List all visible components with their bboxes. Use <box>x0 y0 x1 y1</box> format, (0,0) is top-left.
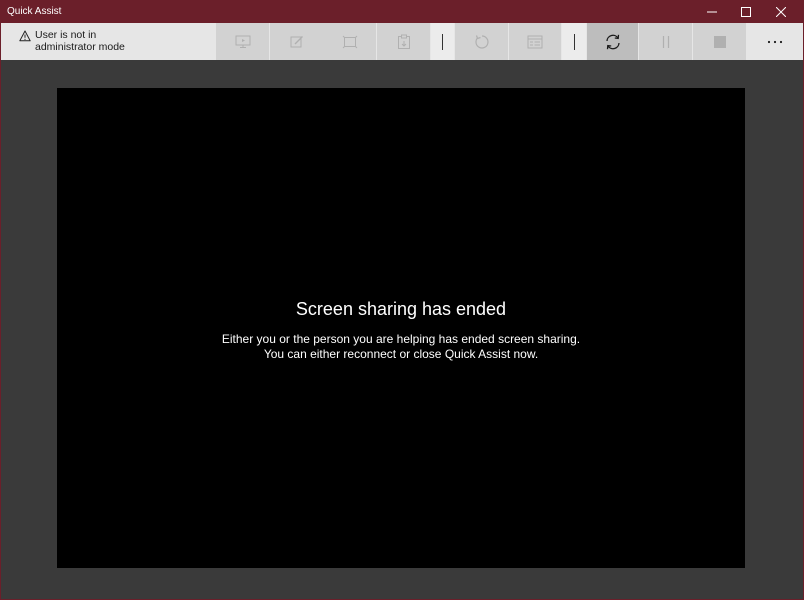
select-monitor-button[interactable] <box>216 23 269 60</box>
content-area: Screen sharing has ended Either you or t… <box>1 60 803 599</box>
quick-assist-window: Quick Assist User is not in administrato… <box>0 0 804 600</box>
ended-message-line2: You can either reconnect or close Quick … <box>263 347 539 361</box>
restart-button[interactable] <box>455 23 508 60</box>
close-button[interactable] <box>764 1 798 23</box>
window-title: Quick Assist <box>7 6 62 17</box>
task-manager-button[interactable] <box>509 23 561 60</box>
toolbar-separator <box>431 23 454 60</box>
task-manager-icon <box>527 35 543 48</box>
reconnect-button[interactable] <box>587 23 638 60</box>
reconnect-icon <box>605 34 620 49</box>
warning-icon <box>19 30 31 42</box>
stop-icon <box>713 35 726 48</box>
close-icon <box>776 7 786 17</box>
monitor-icon <box>235 35 250 48</box>
minimize-button[interactable] <box>695 1 729 23</box>
separator-bar <box>573 33 575 50</box>
stop-sharing-button[interactable] <box>693 23 746 60</box>
separator-bar <box>442 33 443 50</box>
toolbar-separator <box>562 23 586 60</box>
toolbar: User is not in administrator mode <box>1 23 803 60</box>
pause-icon <box>662 35 669 48</box>
more-icon <box>767 40 783 43</box>
admin-status-text: User is not in administrator mode <box>35 29 125 53</box>
admin-status: User is not in administrator mode <box>1 23 215 60</box>
maximize-icon <box>741 7 751 17</box>
shared-screen-viewport: Screen sharing has ended Either you or t… <box>57 88 745 568</box>
clipboard-icon <box>397 34 410 49</box>
maximize-button[interactable] <box>729 1 763 23</box>
actual-size-icon <box>342 35 357 48</box>
minimize-icon <box>707 11 717 13</box>
restart-icon <box>474 34 489 49</box>
pause-button[interactable] <box>639 23 692 60</box>
title-bar[interactable]: Quick Assist <box>1 1 803 23</box>
ended-message-line1: Either you or the person you are helping… <box>221 332 581 346</box>
more-options-button[interactable] <box>747 23 803 60</box>
annotate-pen-icon <box>290 35 303 47</box>
toggle-instruction-channel-button[interactable] <box>377 23 430 60</box>
actual-size-button[interactable] <box>323 23 376 60</box>
annotate-button[interactable] <box>270 23 323 60</box>
screen-sharing-ended-heading: Screen sharing has ended <box>295 299 507 319</box>
